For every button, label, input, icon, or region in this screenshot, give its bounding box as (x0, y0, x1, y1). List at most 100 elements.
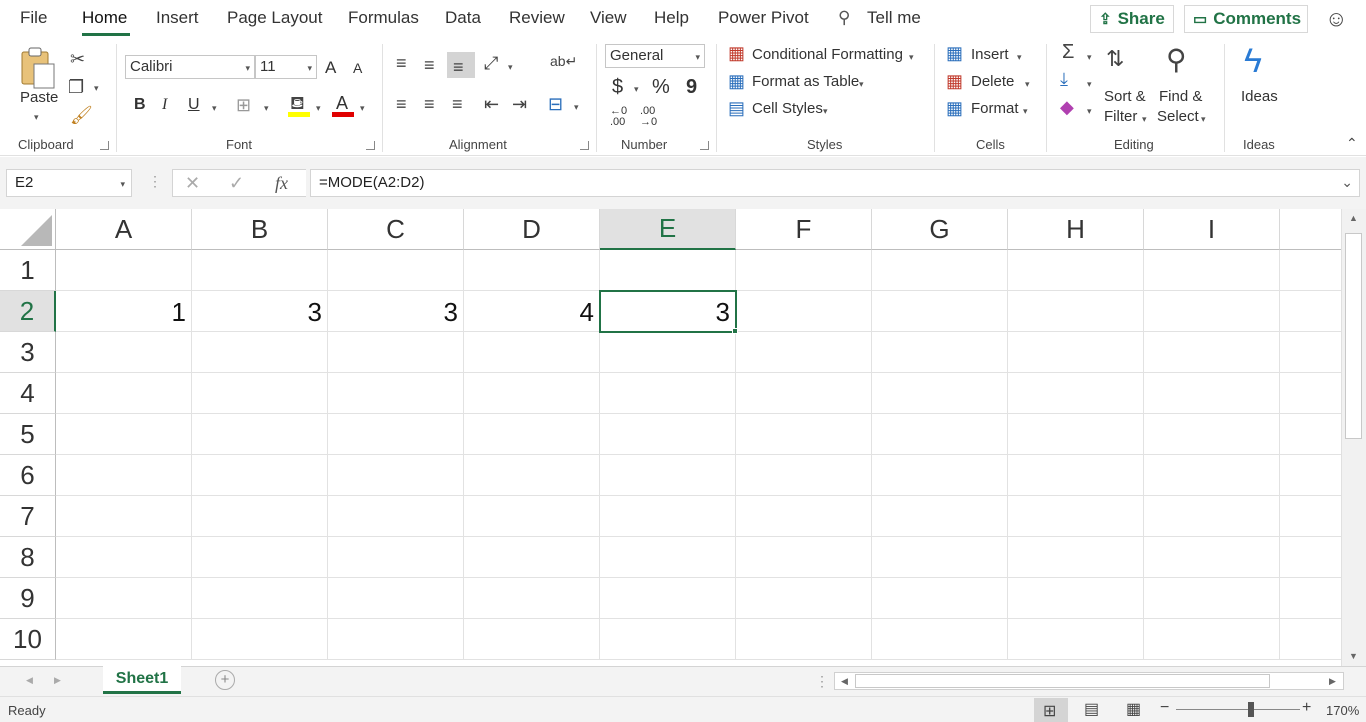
formula-input[interactable]: =MODE(A2:D2) ⌄ (310, 169, 1360, 197)
column-header-d[interactable]: D (464, 209, 600, 250)
cell-h9[interactable] (1008, 578, 1144, 619)
scroll-up-icon[interactable]: ▲ (1349, 213, 1358, 223)
row-header-2[interactable]: 2 (0, 291, 56, 332)
column-header-a[interactable]: A (56, 209, 192, 250)
insert-function-icon[interactable]: fx (275, 173, 288, 194)
next-sheet-icon[interactable]: ▶ (54, 675, 61, 686)
cell-a8[interactable] (56, 537, 192, 578)
tab-insert[interactable]: Insert (156, 8, 199, 28)
column-header-i[interactable]: I (1144, 209, 1280, 250)
cell-d10[interactable] (464, 619, 600, 660)
cell-e3[interactable] (600, 332, 736, 373)
format-painter-icon[interactable]: 🖌 (70, 106, 93, 124)
cell-d1[interactable] (464, 250, 600, 291)
smiley-feedback-icon[interactable]: ☺ (1325, 6, 1347, 32)
chevron-down-icon[interactable]: ▾ (909, 52, 914, 63)
drag-handle-icon[interactable]: ⋮ (148, 173, 162, 190)
cell-j10[interactable] (1280, 619, 1341, 660)
cancel-icon[interactable]: ✕ (185, 173, 200, 194)
cell-g6[interactable] (872, 455, 1008, 496)
orientation-icon[interactable]: ⤢ (484, 54, 498, 72)
tab-power-pivot[interactable]: Power Pivot (718, 8, 809, 28)
cell-a7[interactable] (56, 496, 192, 537)
cell-f8[interactable] (736, 537, 872, 578)
cell-i8[interactable] (1144, 537, 1280, 578)
wrap-text-icon[interactable]: ab↵ (550, 54, 577, 68)
font-launcher-icon[interactable] (366, 141, 375, 150)
cell-g3[interactable] (872, 332, 1008, 373)
scroll-down-icon[interactable]: ▼ (1349, 651, 1358, 661)
cell-d7[interactable] (464, 496, 600, 537)
prev-sheet-icon[interactable]: ◀ (26, 675, 33, 686)
tab-review[interactable]: Review (509, 8, 565, 28)
cell-j3[interactable] (1280, 332, 1341, 373)
tab-view[interactable]: View (590, 8, 627, 28)
row-header-1[interactable]: 1 (0, 250, 56, 291)
align-left-icon[interactable]: ≡ (396, 95, 407, 113)
cell-b3[interactable] (192, 332, 328, 373)
cell-a5[interactable] (56, 414, 192, 455)
grow-font-button[interactable]: A (325, 58, 336, 78)
font-name-select[interactable]: Calibri ▾ (125, 55, 255, 79)
split-handle-icon[interactable]: ⋮ (815, 673, 829, 690)
cell-e1[interactable] (600, 250, 736, 291)
copy-icon[interactable]: ❐ (68, 78, 84, 96)
cell-b4[interactable] (192, 373, 328, 414)
cell-e4[interactable] (600, 373, 736, 414)
clear-eraser-icon[interactable]: ◆ (1060, 98, 1074, 116)
percent-button[interactable]: % (652, 76, 670, 99)
cell-g7[interactable] (872, 496, 1008, 537)
chevron-down-icon[interactable]: ▾ (823, 106, 828, 117)
cell-j7[interactable] (1280, 496, 1341, 537)
cell-h6[interactable] (1008, 455, 1144, 496)
cut-icon[interactable]: ✂ (70, 50, 85, 68)
italic-button[interactable]: I (162, 96, 167, 114)
tab-formulas[interactable]: Formulas (348, 8, 419, 28)
row-header-6[interactable]: 6 (0, 455, 56, 496)
borders-dropdown-icon[interactable]: ▾ (264, 103, 269, 114)
sort-filter-label-2[interactable]: Filter (1104, 108, 1137, 125)
chevron-down-icon[interactable]: ▾ (1025, 79, 1030, 90)
cell-d8[interactable] (464, 537, 600, 578)
cell-d9[interactable] (464, 578, 600, 619)
paste-label[interactable]: Paste (20, 89, 58, 106)
cell-d6[interactable] (464, 455, 600, 496)
cell-a2[interactable]: 1 (56, 291, 192, 332)
merge-center-icon[interactable]: ⊟ (548, 95, 563, 113)
column-header-b[interactable]: B (192, 209, 328, 250)
cell-c7[interactable] (328, 496, 464, 537)
fill-down-icon[interactable]: ⤓ (1060, 70, 1068, 88)
align-right-icon[interactable]: ≡ (452, 95, 463, 113)
column-header-partial[interactable] (1280, 209, 1341, 250)
cell-d2[interactable]: 4 (464, 291, 600, 332)
cell-b5[interactable] (192, 414, 328, 455)
cell-g10[interactable] (872, 619, 1008, 660)
cell-a1[interactable] (56, 250, 192, 291)
row-header-8[interactable]: 8 (0, 537, 56, 578)
cell-i4[interactable] (1144, 373, 1280, 414)
cell-h4[interactable] (1008, 373, 1144, 414)
ideas-button[interactable]: Ideas (1241, 88, 1278, 105)
cell-g5[interactable] (872, 414, 1008, 455)
chevron-down-icon[interactable]: ▾ (1142, 114, 1147, 125)
cell-j5[interactable] (1280, 414, 1341, 455)
cell-j1[interactable] (1280, 250, 1341, 291)
cell-b9[interactable] (192, 578, 328, 619)
cell-f1[interactable] (736, 250, 872, 291)
cell-j4[interactable] (1280, 373, 1341, 414)
merge-dropdown-icon[interactable]: ▾ (574, 102, 579, 113)
cell-a3[interactable] (56, 332, 192, 373)
row-header-3[interactable]: 3 (0, 332, 56, 373)
cell-f5[interactable] (736, 414, 872, 455)
row-header-4[interactable]: 4 (0, 373, 56, 414)
cell-g8[interactable] (872, 537, 1008, 578)
cell-f6[interactable] (736, 455, 872, 496)
cell-a4[interactable] (56, 373, 192, 414)
alignment-launcher-icon[interactable] (580, 141, 589, 150)
ideas-lightning-icon[interactable]: ϟ (1244, 44, 1262, 78)
scroll-right-icon[interactable]: ▶ (1329, 676, 1336, 687)
align-center-icon[interactable]: ≡ (424, 95, 435, 113)
increase-decimal-button[interactable]: ←0 .00 (610, 106, 636, 128)
cell-a9[interactable] (56, 578, 192, 619)
cell-styles-button[interactable]: Cell Styles (752, 100, 823, 117)
